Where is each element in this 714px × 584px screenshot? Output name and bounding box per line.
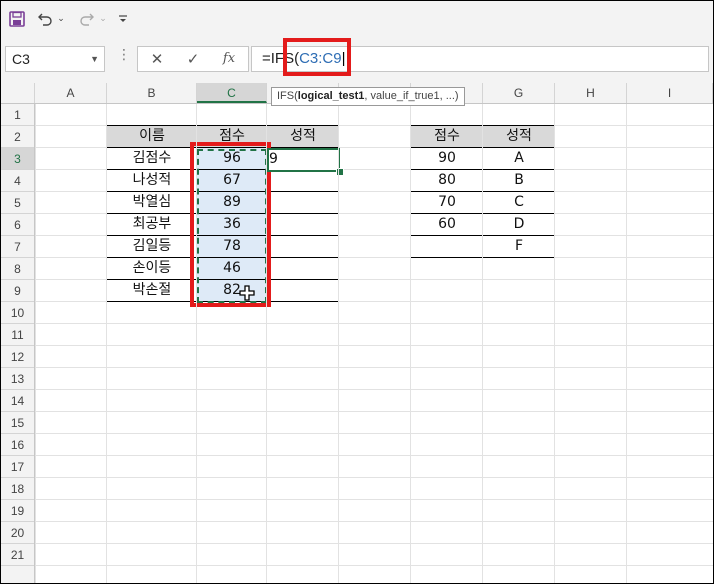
select-all-corner[interactable] (1, 83, 35, 103)
row-header-1[interactable]: 1 (1, 104, 34, 126)
grid-column-line (266, 104, 267, 583)
column-header-b[interactable]: B (107, 83, 197, 103)
grid-column-line (106, 104, 107, 583)
grid-column-line (554, 104, 555, 583)
row-header-20[interactable]: 20 (1, 522, 34, 544)
insert-function-button[interactable]: fx (214, 49, 244, 69)
row-header-6[interactable]: 6 (1, 214, 34, 236)
cell-cursor-icon (239, 285, 255, 305)
score-table-header[interactable]: 성적 (267, 126, 339, 148)
row-header-19[interactable]: 19 (1, 500, 34, 522)
redo-icon[interactable] (77, 9, 97, 29)
grade-result-cell[interactable] (267, 214, 339, 236)
student-name-cell[interactable]: 김점수 (107, 148, 197, 170)
name-box[interactable]: C3 ▼ (5, 46, 105, 72)
student-name-cell[interactable]: 손이등 (107, 258, 197, 280)
column-header-c[interactable]: C (197, 83, 267, 103)
grid-column-line (196, 104, 197, 583)
column-header-i[interactable]: I (627, 83, 713, 103)
student-name-cell[interactable]: 박열심 (107, 192, 197, 214)
active-cell[interactable] (267, 148, 340, 172)
row-header-9[interactable]: 9 (1, 280, 34, 302)
threshold-score-cell[interactable]: 70 (411, 192, 483, 214)
cancel-button[interactable]: ✕ (142, 49, 172, 69)
undo-icon[interactable] (35, 9, 55, 29)
grade-result-cell[interactable] (267, 258, 339, 280)
grade-letter-cell[interactable]: C (483, 192, 555, 214)
column-header-g[interactable]: G (483, 83, 555, 103)
student-name-cell[interactable]: 박손절 (107, 280, 197, 302)
row-header-10[interactable]: 10 (1, 302, 34, 324)
score-table-border (106, 125, 339, 126)
student-name-cell[interactable]: 나성적 (107, 170, 197, 192)
excel-window: ⌄ ⌄ C3 ▼ ⋮ ✕ ✓ fx =IFS(C3:C9| IFS(logica… (0, 0, 714, 584)
row-header-17[interactable]: 17 (1, 456, 34, 478)
formula-buttons: ✕ ✓ fx (137, 46, 249, 72)
grade-result-cell[interactable] (267, 236, 339, 258)
grade-letter-cell[interactable]: A (483, 148, 555, 170)
threshold-score-cell[interactable]: 90 (411, 148, 483, 170)
row-header-21[interactable]: 21 (1, 544, 34, 566)
row-header-15[interactable]: 15 (1, 412, 34, 434)
quick-access-toolbar: ⌄ ⌄ (1, 1, 713, 37)
tooltip-rest: , value_if_true1, ...) (364, 90, 459, 102)
threshold-score-cell[interactable]: 80 (411, 170, 483, 192)
row-header-18[interactable]: 18 (1, 478, 34, 500)
formula-highlight-box (283, 38, 351, 76)
row-header-3[interactable]: 3 (1, 148, 34, 170)
row-headers: 1 2 3 4 5 6 7 8 9 10 11 12 13 14 15 16 17 18 19 20 21 (1, 104, 35, 583)
tooltip-fn: IFS( (277, 90, 298, 102)
score-table-header[interactable]: 이름 (107, 126, 197, 148)
grade-table-header[interactable]: 성적 (483, 126, 555, 148)
grade-letter-cell[interactable]: F (483, 236, 555, 258)
grid-column-line (338, 104, 339, 583)
student-name-cell[interactable]: 김일등 (107, 236, 197, 258)
row-header-5[interactable]: 5 (1, 192, 34, 214)
column-header-a[interactable]: A (35, 83, 107, 103)
grid-column-line (482, 104, 483, 583)
undo-dropdown-icon[interactable]: ⌄ (56, 9, 66, 29)
grid-column-line (410, 104, 411, 583)
customize-qat-icon[interactable] (117, 9, 129, 29)
row-header-13[interactable]: 13 (1, 368, 34, 390)
row-header-7[interactable]: 7 (1, 236, 34, 258)
threshold-score-cell[interactable]: 60 (411, 214, 483, 236)
reference-highlight-box (190, 142, 271, 307)
grade-result-cell[interactable] (267, 192, 339, 214)
grade-letter-cell[interactable]: B (483, 170, 555, 192)
chevron-down-icon[interactable]: ▼ (90, 47, 99, 71)
column-header-h[interactable]: H (555, 83, 627, 103)
active-cell-text: 9 (269, 151, 278, 167)
grade-result-cell[interactable] (267, 280, 339, 302)
save-icon[interactable] (7, 9, 27, 29)
row-header-11[interactable]: 11 (1, 324, 34, 346)
name-box-value: C3 (12, 51, 30, 67)
student-name-cell[interactable]: 최공부 (107, 214, 197, 236)
grid-column-line (626, 104, 627, 583)
row-header-2[interactable]: 2 (1, 126, 34, 148)
function-tooltip[interactable]: IFS(logical_test1, value_if_true1, ...) (271, 87, 465, 106)
formula-bar-row: C3 ▼ ⋮ ✕ ✓ fx =IFS(C3:C9| (1, 37, 713, 84)
row-header-8[interactable]: 8 (1, 258, 34, 280)
grade-result-cell[interactable] (267, 170, 339, 192)
row-header-14[interactable]: 14 (1, 390, 34, 412)
more-options-icon[interactable]: ⋮ (117, 47, 131, 63)
row-header-12[interactable]: 12 (1, 346, 34, 368)
grade-table-header[interactable]: 점수 (411, 126, 483, 148)
redo-dropdown-icon[interactable]: ⌄ (98, 9, 108, 29)
grade-letter-cell[interactable]: D (483, 214, 555, 236)
tooltip-current-arg: logical_test1 (297, 90, 365, 102)
row-header-16[interactable]: 16 (1, 434, 34, 456)
threshold-score-cell[interactable] (411, 236, 483, 258)
enter-button[interactable]: ✓ (178, 49, 208, 69)
row-header-4[interactable]: 4 (1, 170, 34, 192)
